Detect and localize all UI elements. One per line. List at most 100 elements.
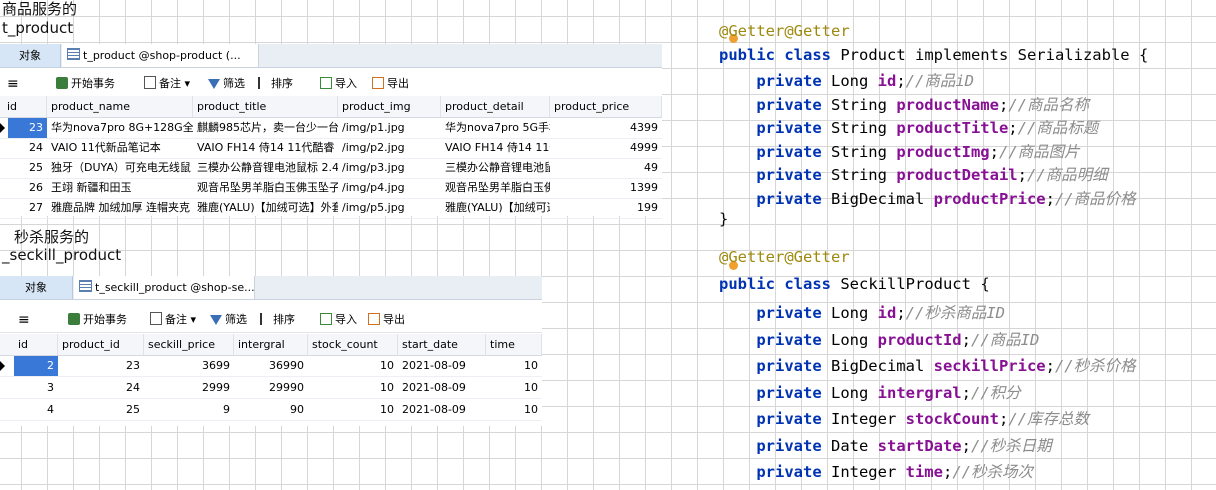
cell-seckill-price[interactable]: 2999 [144,378,234,398]
cell-id[interactable]: 25 [8,158,47,178]
field-comment: //商品明细 [1026,166,1108,184]
product-row[interactable]: 26 王翊 新疆和田玉 观音吊坠男羊脂白玉佛玉坠子/img/p4.jpg 观音吊坠男羊… [0,178,662,199]
current-row-marker [0,123,5,133]
cell-product-id[interactable]: 23 [58,356,144,376]
column-header-id[interactable]: id [14,334,58,355]
cell-product-name[interactable]: 华为nova7pro 8G+128G全 [47,118,193,138]
cell-product-img[interactable]: /img/p5.jpg [338,198,441,218]
cell-product-detail[interactable]: 观音吊坠男羊脂白玉佛 [441,178,550,198]
seckill-product-class-code[interactable]: @Getter@Getter public class SeckillProduc… [719,248,1136,487]
cell-product-img[interactable]: /img/p4.jpg [338,178,441,198]
column-header-stock-count[interactable]: stock_count [308,334,398,355]
column-header-product-price[interactable]: product_price [550,96,662,117]
tab-objects[interactable]: 对象 [0,44,61,67]
cell-time[interactable]: 10 [486,378,542,398]
begin-transaction-button[interactable]: 开始事务 [56,72,115,96]
cell-product-price[interactable]: 4399 [550,118,662,138]
note-button[interactable]: 备注 ▾ [144,72,190,96]
cell-product-img[interactable]: /img/p3.jpg [338,158,441,178]
cell-start-date[interactable]: 2021-08-09 [398,400,486,420]
column-header-product-img[interactable]: product_img [338,96,441,117]
column-header-seckill-price[interactable]: seckill_price [144,334,234,355]
cell-stock-count[interactable]: 10 [308,356,398,376]
export-button[interactable]: 导出 [372,72,409,96]
cell-product-price[interactable]: 199 [550,198,662,218]
cell-time[interactable]: 10 [486,400,542,420]
column-header-product-name[interactable]: product_name [47,96,193,117]
cell-id[interactable]: 3 [14,378,58,398]
import-button[interactable]: 导入 [320,72,357,96]
cell-id[interactable]: 26 [8,178,47,198]
cell-product-title[interactable]: 雅鹿(YALU)【加绒可选】外套 [193,198,338,218]
export-button[interactable]: 导出 [368,308,405,332]
column-header-product-detail[interactable]: product_detail [441,96,550,117]
column-header-product-title[interactable]: product_title [193,96,338,117]
cell-product-title[interactable]: 观音吊坠男羊脂白玉佛玉坠子 [193,178,338,198]
cell-intergral[interactable]: 29990 [234,378,308,398]
product-row[interactable]: 24 VAIO 11代新品笔记本 VAIO FH14 侍14 11代酷睿/img/p… [0,138,662,159]
menu-icon[interactable]: ≡ [18,308,30,332]
field-name: seckillPrice [933,357,1046,375]
cell-product-detail[interactable]: 雅鹿(YALU)【加绒可选 [441,198,550,218]
column-header-intergral[interactable]: intergral [234,334,308,355]
seckill-row[interactable]: 3 24 2999 29990 10 2021-08-09 10 [0,378,542,399]
cell-stock-count[interactable]: 10 [308,378,398,398]
cell-seckill-price[interactable]: 3699 [144,356,234,376]
seckill-row[interactable]: 2 23 3699 36990 10 2021-08-09 10 [0,356,542,377]
begin-transaction-label: 开始事务 [83,313,127,326]
cell-id[interactable]: 4 [14,400,58,420]
import-button[interactable]: 导入 [320,308,357,332]
tab-objects[interactable]: 对象 [0,276,73,299]
cell-product-img[interactable]: /img/p2.jpg [338,138,441,158]
column-header-product-id[interactable]: product_id [58,334,144,355]
cell-product-title[interactable]: VAIO FH14 侍14 11代酷睿 [193,138,338,158]
cell-product-price[interactable]: 1399 [550,178,662,198]
cell-product-name[interactable]: 王翊 新疆和田玉 [47,178,193,198]
cell-product-title[interactable]: 三模办公静音锂电池鼠标 2.4 [193,158,338,178]
cell-stock-count[interactable]: 10 [308,400,398,420]
filter-button[interactable]: 筛选 [208,72,245,96]
tab-t-product[interactable]: t_product @shop-product (... [62,44,259,67]
cell-id[interactable]: 27 [8,198,47,218]
class-keyword: public class [719,45,841,64]
cell-product-name[interactable]: VAIO 11代新品笔记本 [47,138,193,158]
product-class-code[interactable]: @Getter@Getter public class Product imple… [719,22,1148,234]
product-row[interactable]: 23 华为nova7pro 8G+128G全 麒麟985芯片，卖一台少一台/img/… [0,118,662,139]
cell-intergral[interactable]: 36990 [234,356,308,376]
cell-id[interactable]: 24 [8,138,47,158]
cell-time[interactable]: 10 [486,356,542,376]
product-row[interactable]: 27 雅鹿品牌 加绒加厚 连帽夹克 雅鹿(YALU)【加绒可选】外套/img/p5.… [0,198,662,219]
filter-button[interactable]: 筛选 [210,308,247,332]
cell-intergral[interactable]: 90 [234,400,308,420]
column-header-id[interactable]: id [0,96,47,117]
cell-product-detail[interactable]: 华为nova7pro 5G手机 [441,118,550,138]
cell-product-title[interactable]: 麒麟985芯片，卖一台少一台 [193,118,338,138]
tab-t-seckill-product[interactable]: t_seckill_product @shop-se... [74,276,255,299]
cell-product-price[interactable]: 49 [550,158,662,178]
cell-product-name[interactable]: 雅鹿品牌 加绒加厚 连帽夹克 [47,198,193,218]
column-header-start-date[interactable]: start_date [398,334,486,355]
product-row[interactable]: 25 独牙（DUYA）可充电无线鼠 三模办公静音锂电池鼠标 2.4/img/p3.j… [0,158,662,179]
begin-transaction-button[interactable]: 开始事务 [68,308,127,332]
sort-button[interactable]: 排序 [258,72,293,96]
cell-product-detail[interactable]: 三模办公静音锂电池鼠 [441,158,550,178]
cell-id[interactable]: 23 [8,118,47,138]
cell-product-price[interactable]: 4999 [550,138,662,158]
cell-id[interactable]: 2 [14,356,58,376]
note-button[interactable]: 备注 ▾ [150,308,196,332]
seckill-row[interactable]: 4 25 9 90 10 2021-08-09 10 [0,400,542,421]
column-header-time[interactable]: time [486,334,542,355]
cell-start-date[interactable]: 2021-08-09 [398,356,486,376]
cell-product-id[interactable]: 24 [58,378,144,398]
cell-seckill-price[interactable]: 9 [144,400,234,420]
cell-product-detail[interactable]: VAIO FH14 侍14 11代 [441,138,550,158]
cell-product-id[interactable]: 25 [58,400,144,420]
field-name: productName [896,95,999,114]
cell-product-img[interactable]: /img/p1.jpg [338,118,441,138]
cell-product-name[interactable]: 独牙（DUYA）可充电无线鼠 [47,158,193,178]
cell-start-date[interactable]: 2021-08-09 [398,378,486,398]
menu-icon[interactable]: ≡ [7,72,19,96]
sort-button[interactable]: 排序 [260,308,295,332]
